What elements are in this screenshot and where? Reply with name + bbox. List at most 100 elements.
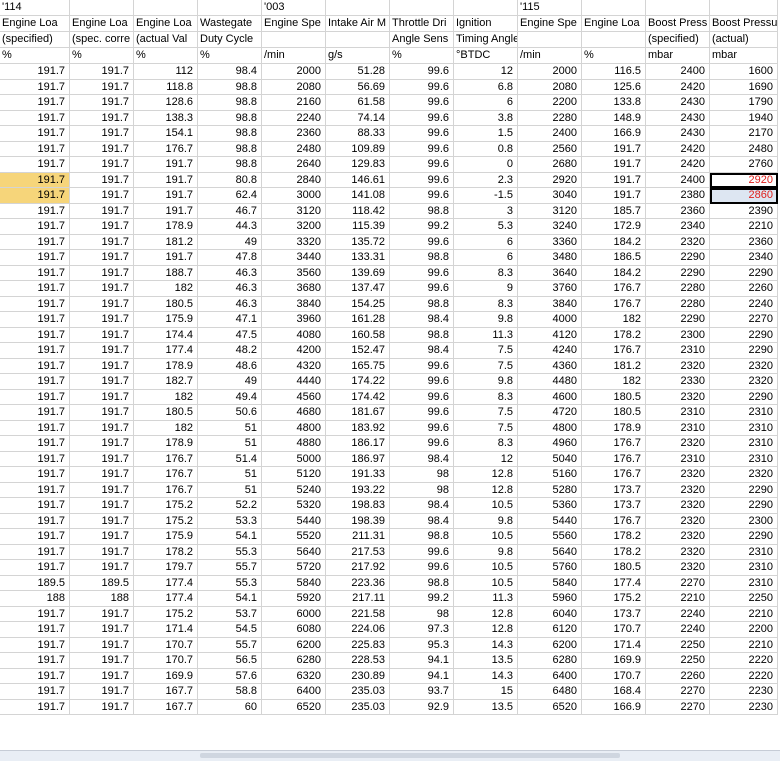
header-cell[interactable]: Duty Cycle [198, 32, 262, 48]
data-cell[interactable]: 54.5 [198, 622, 262, 638]
data-cell[interactable]: 94.1 [390, 668, 454, 684]
header-cell[interactable]: (specified) [646, 32, 710, 48]
data-cell[interactable]: -1.5 [454, 188, 518, 204]
data-cell[interactable]: 174.42 [326, 389, 390, 405]
data-cell[interactable]: 191.7 [0, 327, 70, 343]
data-cell[interactable]: 191.7 [0, 467, 70, 483]
data-cell[interactable]: 154.1 [134, 126, 198, 142]
data-cell[interactable]: 191.7 [70, 699, 134, 715]
data-cell[interactable]: 191.7 [70, 172, 134, 188]
data-cell[interactable]: 172.9 [582, 219, 646, 235]
data-cell[interactable]: 53.7 [198, 606, 262, 622]
data-cell[interactable]: 191.7 [0, 343, 70, 359]
data-cell[interactable]: 49.4 [198, 389, 262, 405]
data-cell[interactable]: 55.3 [198, 544, 262, 560]
data-cell[interactable]: 2340 [646, 219, 710, 235]
data-cell[interactable]: 175.2 [134, 513, 198, 529]
data-cell[interactable]: 112 [134, 64, 198, 80]
header-cell[interactable]: Engine Loa [582, 16, 646, 32]
data-cell[interactable]: 98 [390, 606, 454, 622]
data-cell[interactable]: 186.17 [326, 436, 390, 452]
data-cell[interactable]: 6120 [518, 622, 582, 638]
data-cell[interactable]: 99.2 [390, 219, 454, 235]
data-cell[interactable]: 188 [70, 591, 134, 607]
data-cell[interactable]: 2300 [710, 513, 778, 529]
data-cell[interactable]: 2290 [710, 327, 778, 343]
data-cell[interactable]: 191.7 [0, 157, 70, 173]
data-cell[interactable]: 178.9 [134, 358, 198, 374]
data-cell[interactable]: 0.8 [454, 141, 518, 157]
data-cell[interactable]: 180.5 [582, 405, 646, 421]
data-cell[interactable]: 176.7 [582, 343, 646, 359]
data-cell[interactable]: 177.4 [134, 343, 198, 359]
data-cell[interactable]: 230.89 [326, 668, 390, 684]
data-cell[interactable]: 173.7 [582, 498, 646, 514]
data-cell[interactable]: 3840 [518, 296, 582, 312]
data-cell[interactable]: 10.5 [454, 498, 518, 514]
data-cell[interactable]: 4800 [518, 420, 582, 436]
data-cell[interactable]: 2430 [646, 110, 710, 126]
data-cell[interactable]: 2230 [710, 684, 778, 700]
data-cell[interactable]: 12.8 [454, 606, 518, 622]
data-cell[interactable]: 189.5 [0, 575, 70, 591]
data-cell[interactable]: 183.92 [326, 420, 390, 436]
data-cell[interactable]: 99.6 [390, 436, 454, 452]
data-cell[interactable]: 173.7 [582, 606, 646, 622]
data-cell[interactable]: 191.7 [70, 637, 134, 653]
data-cell[interactable]: 51 [198, 482, 262, 498]
data-cell[interactable]: 5360 [518, 498, 582, 514]
header-cell[interactable] [134, 0, 198, 16]
header-cell[interactable]: '114 [0, 0, 70, 16]
data-cell[interactable]: 97.3 [390, 622, 454, 638]
data-cell[interactable]: 54.1 [198, 529, 262, 545]
data-cell[interactable]: 98.8 [390, 203, 454, 219]
data-cell[interactable]: 0 [454, 157, 518, 173]
data-cell[interactable]: 191.7 [0, 188, 70, 204]
data-cell[interactable]: 2270 [710, 312, 778, 328]
data-cell[interactable]: 191.7 [70, 529, 134, 545]
data-cell[interactable]: 12.8 [454, 622, 518, 638]
header-cell[interactable]: % [582, 48, 646, 64]
data-cell[interactable]: 2290 [646, 312, 710, 328]
data-cell[interactable]: 5440 [262, 513, 326, 529]
header-cell[interactable] [710, 0, 778, 16]
data-cell[interactable]: 44.3 [198, 219, 262, 235]
data-cell[interactable]: 94.1 [390, 653, 454, 669]
data-cell[interactable]: 191.7 [0, 358, 70, 374]
data-cell[interactable]: 2290 [646, 250, 710, 266]
data-cell[interactable]: 2310 [710, 575, 778, 591]
data-cell[interactable]: 2260 [646, 668, 710, 684]
data-cell[interactable]: 3480 [518, 250, 582, 266]
data-cell[interactable]: 4080 [262, 327, 326, 343]
data-cell[interactable]: 9.8 [454, 544, 518, 560]
data-cell[interactable]: 98.8 [198, 157, 262, 173]
data-cell[interactable]: 2290 [710, 265, 778, 281]
data-cell[interactable]: 176.7 [134, 482, 198, 498]
data-cell[interactable]: 11.3 [454, 591, 518, 607]
data-cell[interactable]: 169.9 [134, 668, 198, 684]
data-cell[interactable]: 191.7 [0, 668, 70, 684]
data-cell[interactable]: 188.7 [134, 265, 198, 281]
data-cell[interactable]: 176.7 [134, 451, 198, 467]
data-cell[interactable]: 191.7 [70, 265, 134, 281]
data-cell[interactable]: 191.7 [0, 405, 70, 421]
data-cell[interactable]: 55.7 [198, 637, 262, 653]
data-cell[interactable]: 217.53 [326, 544, 390, 560]
data-cell[interactable]: 1.5 [454, 126, 518, 142]
data-cell[interactable]: 191.7 [0, 110, 70, 126]
data-cell[interactable]: 2170 [710, 126, 778, 142]
data-cell[interactable]: 191.7 [0, 312, 70, 328]
data-cell[interactable]: 2400 [646, 172, 710, 188]
data-cell[interactable]: 2240 [646, 606, 710, 622]
data-cell[interactable]: 6400 [262, 684, 326, 700]
data-cell[interactable]: 191.7 [134, 188, 198, 204]
data-cell[interactable]: 133.8 [582, 95, 646, 111]
data-cell[interactable]: 98.8 [390, 296, 454, 312]
data-cell[interactable]: 6400 [518, 668, 582, 684]
data-cell[interactable]: 2320 [646, 498, 710, 514]
data-cell[interactable]: 118.8 [134, 79, 198, 95]
data-cell[interactable]: 186.97 [326, 451, 390, 467]
data-cell[interactable]: 99.6 [390, 95, 454, 111]
header-cell[interactable]: Intake Air M [326, 16, 390, 32]
data-cell[interactable]: 191.7 [582, 157, 646, 173]
